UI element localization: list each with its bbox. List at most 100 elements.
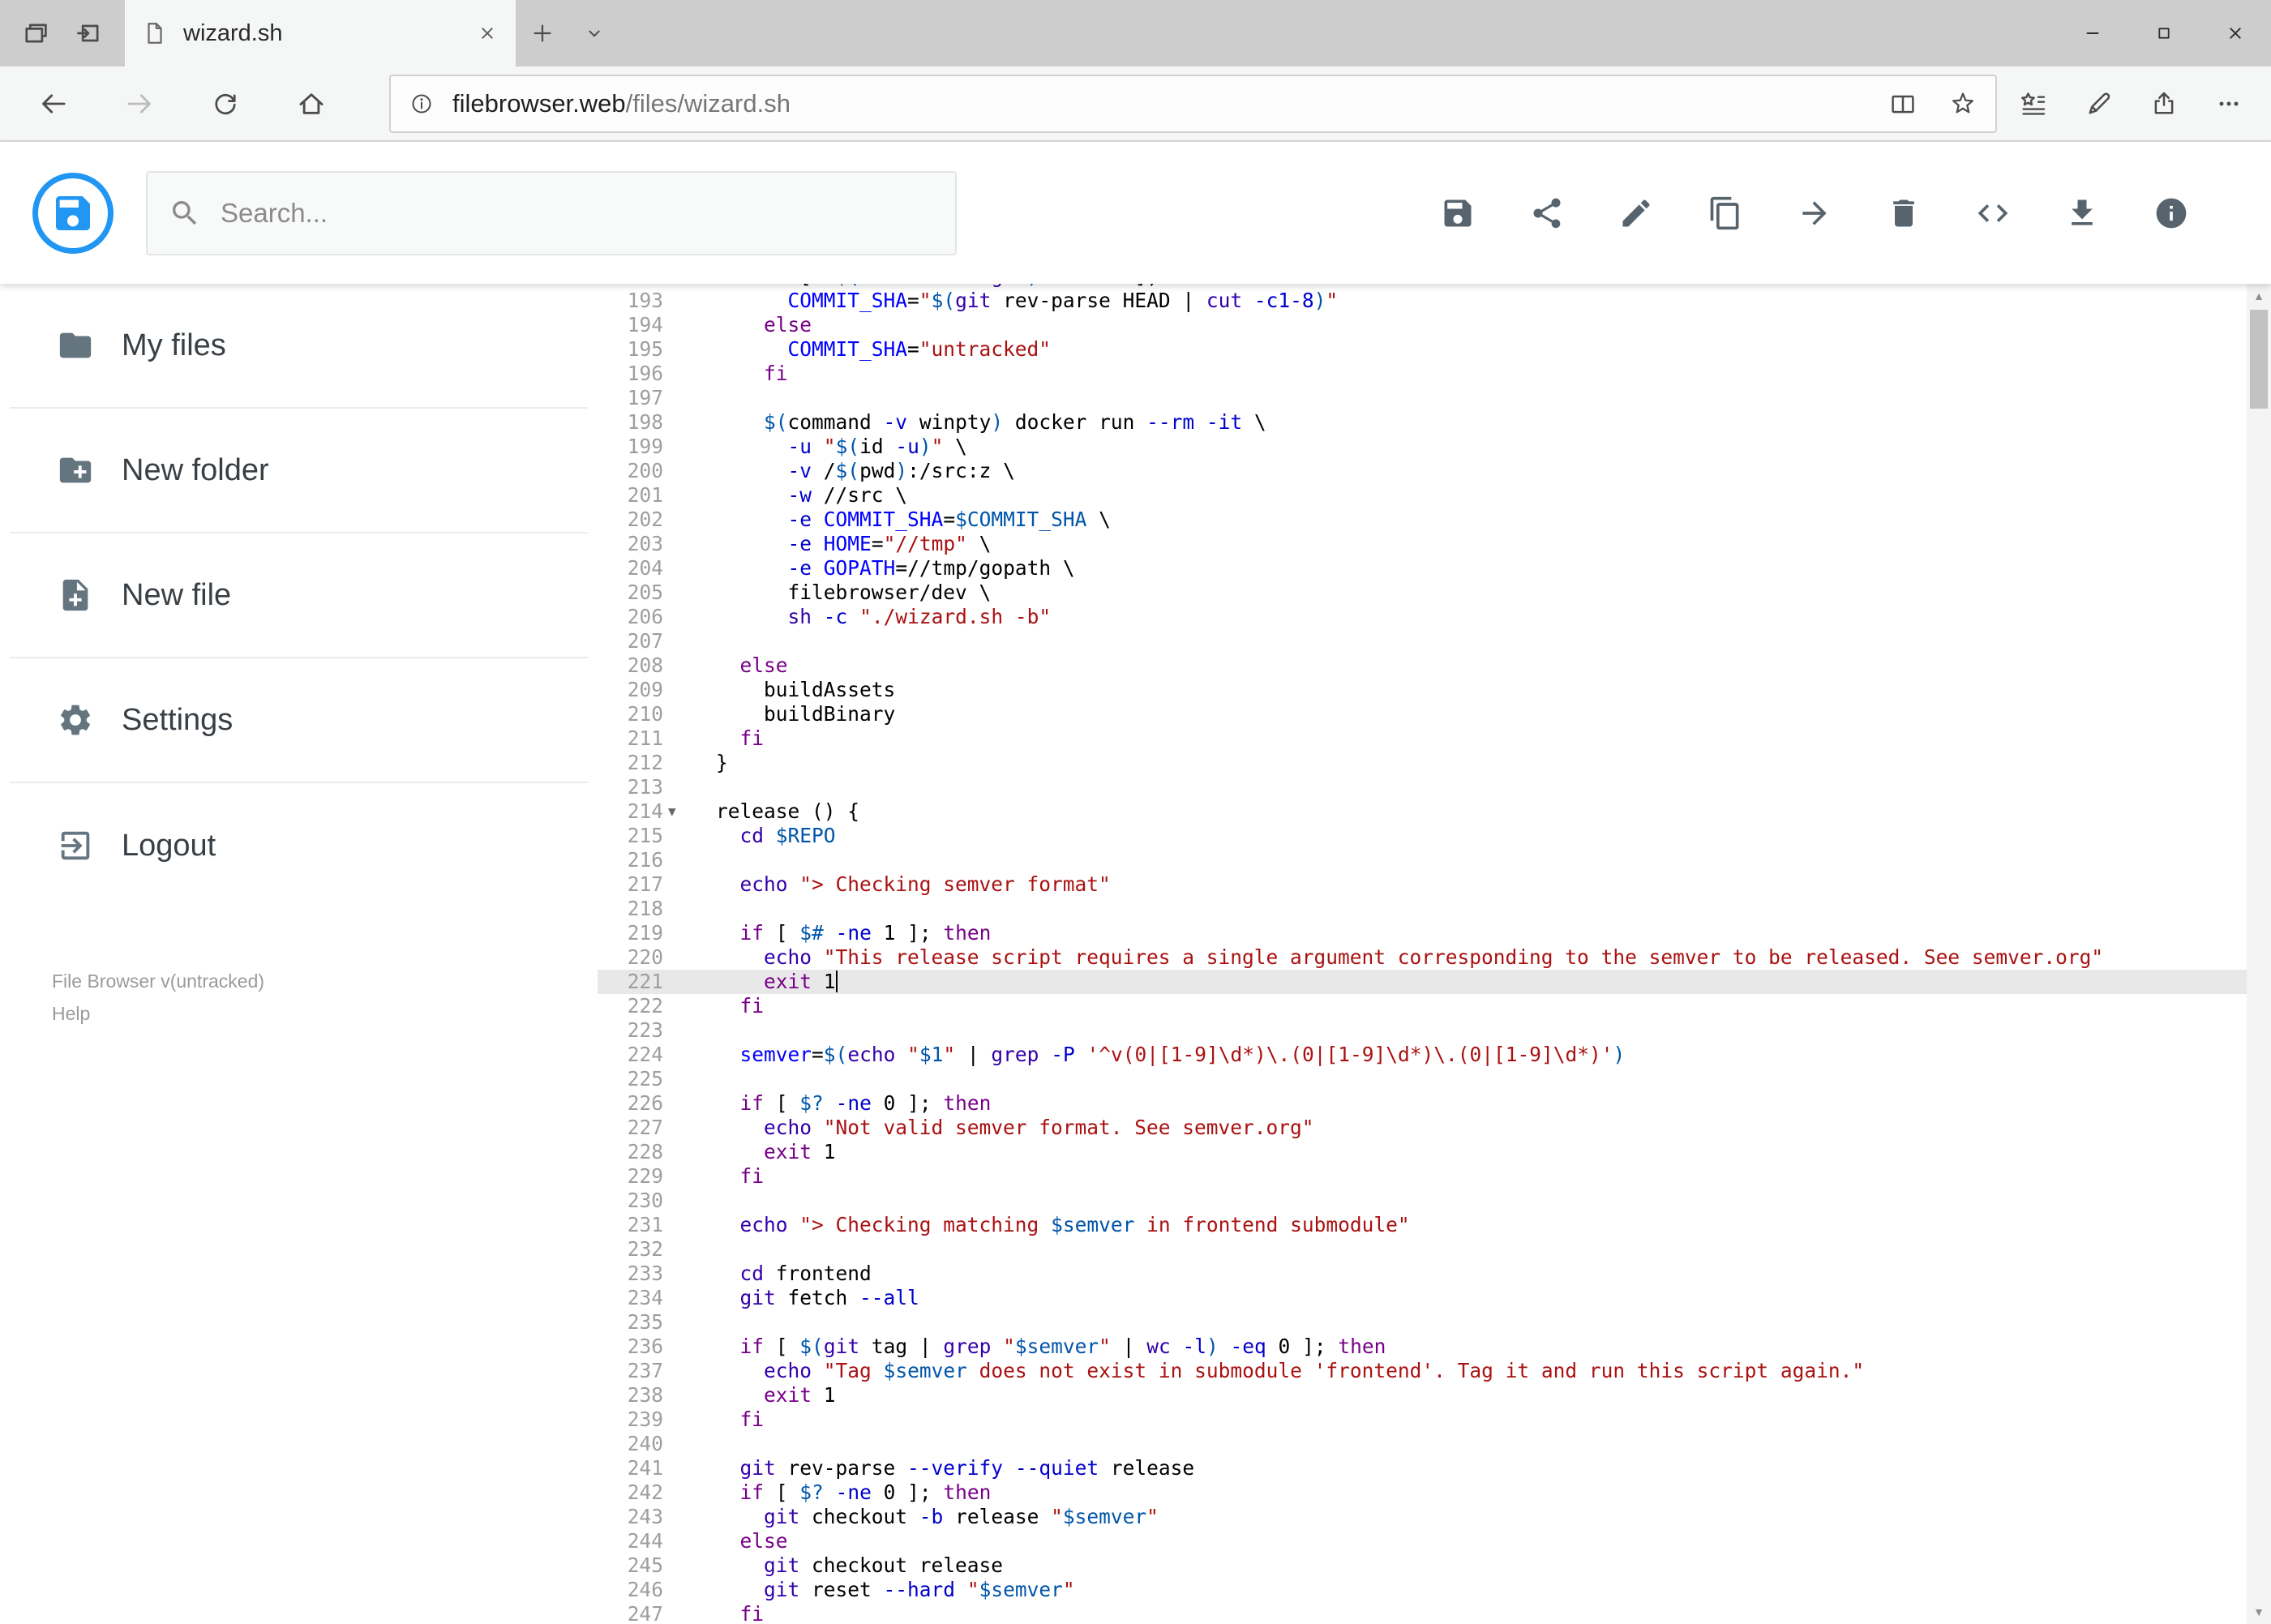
reading-view-icon[interactable] <box>1888 89 1917 118</box>
code-line-226[interactable]: 226 if [ $? -ne 0 ]; then <box>598 1091 2247 1116</box>
set-tabs-aside-icon[interactable] <box>21 19 50 48</box>
code-line-225[interactable]: 225 <box>598 1067 2247 1091</box>
code-line-213[interactable]: 213 <box>598 775 2247 799</box>
edit-button[interactable] <box>1618 195 1655 232</box>
scrollbar-thumb[interactable] <box>2250 310 2268 409</box>
code-line-229[interactable]: 229 fi <box>598 1164 2247 1189</box>
code-line-233[interactable]: 233 cd frontend <box>598 1262 2247 1286</box>
code-line-228[interactable]: 228 exit 1 <box>598 1140 2247 1164</box>
code-line-230[interactable]: 230 <box>598 1189 2247 1213</box>
tab-list-chevron-icon[interactable] <box>569 0 619 66</box>
code-line-215[interactable]: 215 cd $REPO <box>598 824 2247 848</box>
info-button[interactable] <box>2153 195 2190 232</box>
code-line-227[interactable]: 227 echo "Not valid semver format. See s… <box>598 1116 2247 1140</box>
code-editor[interactable]: 192 if [ "$(command -v git)" != "" ]; th… <box>598 284 2247 1624</box>
code-line-221[interactable]: 221 exit 1 <box>598 970 2247 994</box>
code-line-219[interactable]: 219 if [ $# -ne 1 ]; then <box>598 921 2247 945</box>
tab-preview-icon[interactable] <box>75 19 104 48</box>
code-line-222[interactable]: 222 fi <box>598 994 2247 1018</box>
forward-button[interactable] <box>110 88 169 119</box>
browser-tab[interactable]: wizard.sh <box>125 0 516 66</box>
code-line-247[interactable]: 247 fi <box>598 1602 2247 1624</box>
code-line-202[interactable]: 202 -e COMMIT_SHA=$COMMIT_SHA \ <box>598 508 2247 532</box>
delete-button[interactable] <box>1885 195 1922 232</box>
search-box[interactable] <box>146 170 957 255</box>
code-line-209[interactable]: 209 buildAssets <box>598 678 2247 702</box>
code-line-212[interactable]: 212} <box>598 751 2247 775</box>
share-button[interactable] <box>1528 195 1566 232</box>
copy-button[interactable] <box>1707 195 1744 232</box>
sidebar-item-my-files[interactable]: My files <box>10 284 588 409</box>
sidebar-item-settings[interactable]: Settings <box>10 658 588 783</box>
refresh-button[interactable] <box>196 89 255 118</box>
scroll-up-arrow[interactable]: ▲ <box>2247 284 2271 308</box>
code-line-211[interactable]: 211 fi <box>598 726 2247 751</box>
code-line-214[interactable]: 214 ▼ release () { <box>598 799 2247 824</box>
code-line-210[interactable]: 210 buildBinary <box>598 702 2247 726</box>
code-line-195[interactable]: 195 COMMIT_SHA="untracked" <box>598 337 2247 362</box>
save-button[interactable] <box>1439 195 1476 232</box>
maximize-button[interactable] <box>2128 0 2200 66</box>
code-line-220[interactable]: 220 echo "This release script requires a… <box>598 945 2247 970</box>
code-line-216[interactable]: 216 <box>598 848 2247 872</box>
help-link[interactable]: Help <box>52 997 598 1030</box>
filebrowser-logo[interactable] <box>32 172 114 254</box>
minimize-button[interactable] <box>2057 0 2128 66</box>
code-line-196[interactable]: 196 fi <box>598 362 2247 386</box>
code-line-204[interactable]: 204 -e GOPATH=//tmp/gopath \ <box>598 556 2247 581</box>
download-button[interactable] <box>2063 195 2101 232</box>
favorite-star-icon[interactable] <box>1948 89 1977 118</box>
back-button[interactable] <box>24 88 83 119</box>
code-line-237[interactable]: 237 echo "Tag $semver does not exist in … <box>598 1359 2247 1383</box>
code-line-203[interactable]: 203 -e HOME="//tmp" \ <box>598 532 2247 556</box>
code-line-243[interactable]: 243 git checkout -b release "$semver" <box>598 1505 2247 1529</box>
code-line-218[interactable]: 218 <box>598 897 2247 921</box>
address-bar[interactable]: filebrowser.web/files/wizard.sh <box>389 74 1997 133</box>
sidebar-item-new-file[interactable]: New file <box>10 533 588 658</box>
code-line-242[interactable]: 242 if [ $? -ne 0 ]; then <box>598 1480 2247 1505</box>
code-line-208[interactable]: 208 else <box>598 653 2247 678</box>
code-line-234[interactable]: 234 git fetch --all <box>598 1286 2247 1310</box>
code-line-238[interactable]: 238 exit 1 <box>598 1383 2247 1408</box>
url-text[interactable]: filebrowser.web/files/wizard.sh <box>452 89 1870 118</box>
new-tab-button[interactable] <box>516 0 569 66</box>
code-line-236[interactable]: 236 if [ $(git tag | grep "$semver" | wc… <box>598 1335 2247 1359</box>
tab-close-icon[interactable] <box>477 23 498 44</box>
site-info-icon[interactable] <box>409 91 435 117</box>
move-button[interactable] <box>1796 195 1833 232</box>
code-line-194[interactable]: 194 else <box>598 313 2247 337</box>
code-line-223[interactable]: 223 <box>598 1018 2247 1043</box>
code-line-199[interactable]: 199 -u "$(id -u)" \ <box>598 435 2247 459</box>
close-button[interactable] <box>2200 0 2271 66</box>
code-line-224[interactable]: 224 semver=$(echo "$1" | grep -P '^v(0|[… <box>598 1043 2247 1067</box>
code-button[interactable] <box>1974 195 2012 232</box>
code-line-244[interactable]: 244 else <box>598 1529 2247 1553</box>
share-icon[interactable] <box>2149 89 2179 118</box>
web-notes-pen-icon[interactable] <box>2085 89 2114 118</box>
sidebar-item-logout[interactable]: Logout <box>0 783 598 908</box>
code-line-206[interactable]: 206 sh -c "./wizard.sh -b" <box>598 605 2247 629</box>
code-line-246[interactable]: 246 git reset --hard "$semver" <box>598 1578 2247 1602</box>
more-menu-icon[interactable] <box>2214 89 2243 118</box>
code-line-201[interactable]: 201 -w //src \ <box>598 483 2247 508</box>
code-line-198[interactable]: 198 $(command -v winpty) docker run --rm… <box>598 410 2247 435</box>
code-line-232[interactable]: 232 <box>598 1237 2247 1262</box>
code-line-239[interactable]: 239 fi <box>598 1408 2247 1432</box>
code-line-241[interactable]: 241 git rev-parse --verify --quiet relea… <box>598 1456 2247 1480</box>
code-line-245[interactable]: 245 git checkout release <box>598 1553 2247 1578</box>
code-line-193[interactable]: 193 COMMIT_SHA="$(git rev-parse HEAD | c… <box>598 289 2247 313</box>
code-line-197[interactable]: 197 <box>598 386 2247 410</box>
scrollbar[interactable]: ▲ ▼ <box>2247 284 2271 1624</box>
code-line-240[interactable]: 240 <box>598 1432 2247 1456</box>
search-input[interactable] <box>221 197 934 229</box>
home-button[interactable] <box>282 88 341 119</box>
code-line-217[interactable]: 217 echo "> Checking semver format" <box>598 872 2247 897</box>
code-line-205[interactable]: 205 filebrowser/dev \ <box>598 581 2247 605</box>
sidebar-item-new-folder[interactable]: New folder <box>10 409 588 533</box>
scroll-down-arrow[interactable]: ▼ <box>2247 1600 2271 1624</box>
code-line-207[interactable]: 207 <box>598 629 2247 653</box>
code-line-231[interactable]: 231 echo "> Checking matching $semver in… <box>598 1213 2247 1237</box>
fold-marker-icon[interactable]: ▼ <box>668 803 676 819</box>
favorites-hub-icon[interactable] <box>2018 88 2049 119</box>
code-line-235[interactable]: 235 <box>598 1310 2247 1335</box>
